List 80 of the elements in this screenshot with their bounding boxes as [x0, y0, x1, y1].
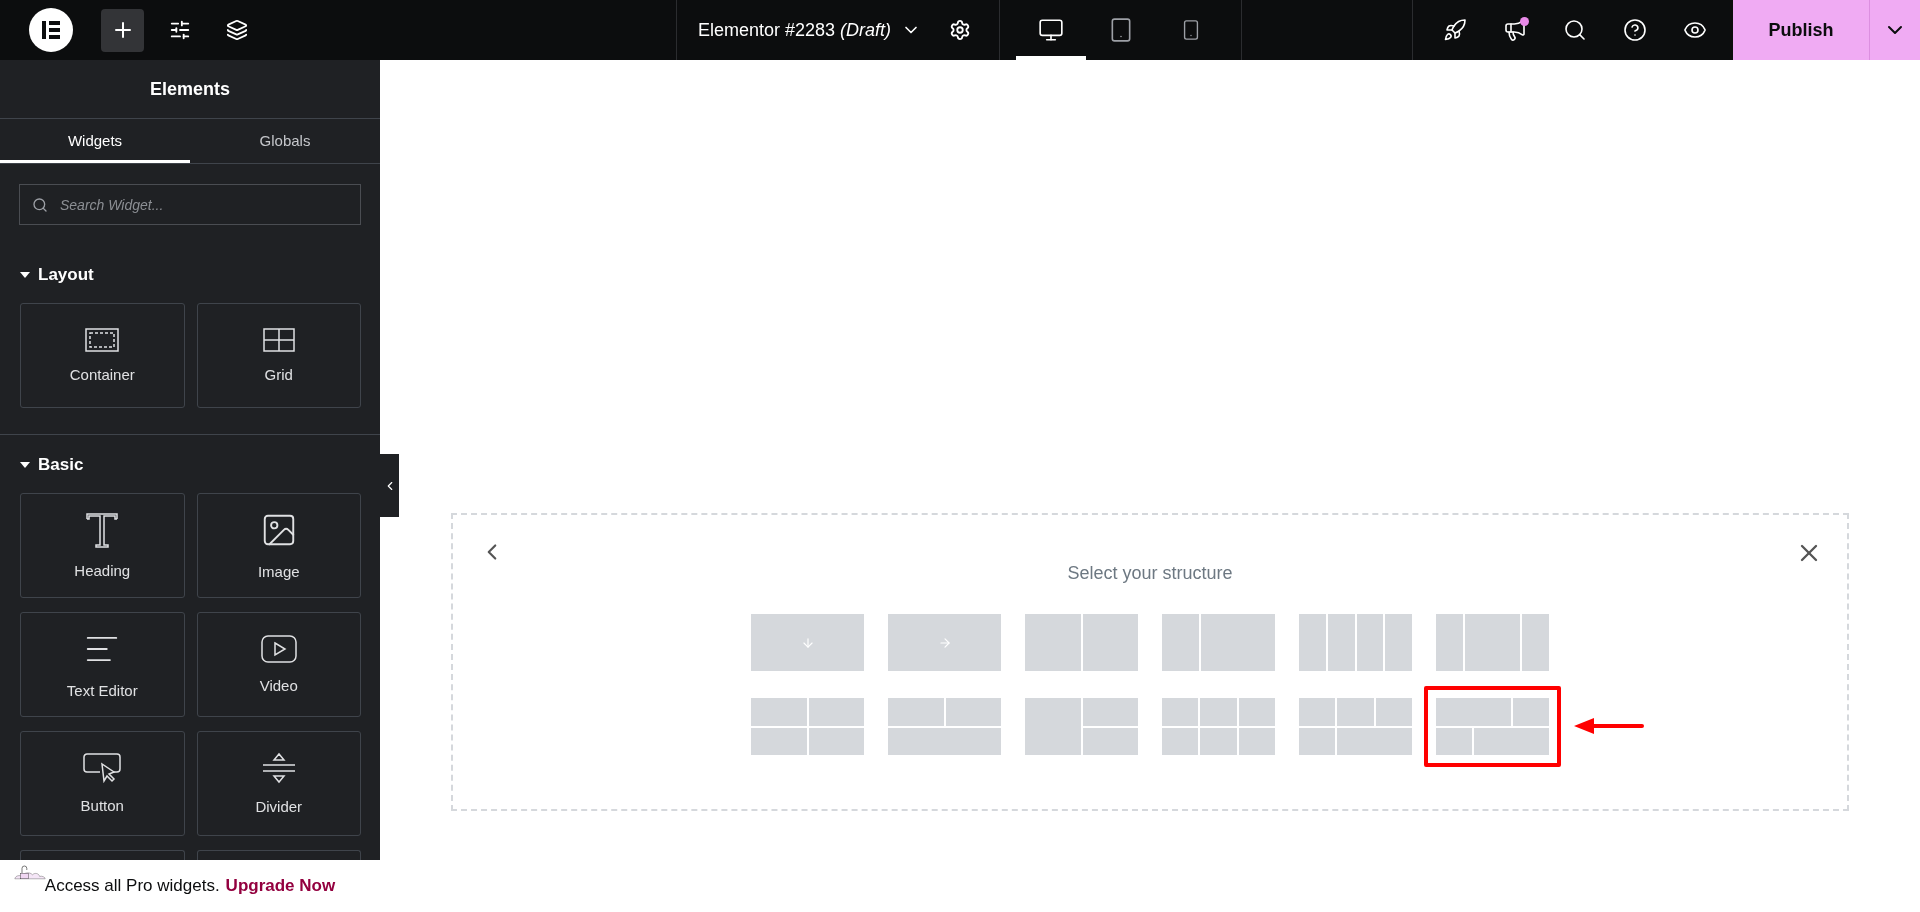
widget-card[interactable]: Text Editor [20, 612, 185, 717]
search-icon [32, 196, 48, 213]
layout-cell [1436, 614, 1464, 671]
layout-cell [1238, 727, 1275, 755]
button-cursor-icon [83, 753, 122, 783]
layout-cell [1327, 614, 1355, 671]
rocket-icon [1443, 18, 1467, 42]
widget-card[interactable]: Grid [196, 303, 361, 408]
help-icon [1623, 18, 1647, 42]
layout-cell [1238, 698, 1275, 726]
layout-cell [888, 698, 944, 726]
layout-cell [808, 698, 864, 726]
arrow-down-icon [800, 635, 815, 650]
notification-dot [1520, 17, 1529, 26]
layout-cell [1385, 614, 1412, 671]
layout-cell [1082, 727, 1138, 755]
section-toggle[interactable]: Basic [20, 449, 84, 481]
panel-tab[interactable]: Globals [190, 119, 380, 163]
layout-cell [1025, 614, 1081, 671]
layout-cell [1162, 698, 1199, 726]
layout-cell [1082, 614, 1138, 671]
widget-label: Button [80, 797, 124, 814]
layout-cell [1375, 698, 1412, 726]
layers-icon [225, 19, 248, 41]
layout-cell [751, 698, 807, 726]
upgrade-link[interactable]: Upgrade Now [225, 876, 336, 896]
layout-cell [1299, 727, 1336, 755]
caret-icon [20, 461, 30, 469]
settings-icon[interactable] [949, 19, 972, 41]
widget-label: Grid [264, 366, 293, 383]
panel-tab[interactable]: Widgets [0, 119, 190, 163]
widget-card[interactable]: Video [196, 612, 361, 717]
widget-label: Heading [74, 562, 131, 579]
widget-label: Divider [255, 798, 303, 815]
widget-card[interactable]: Button [20, 731, 185, 836]
widget-label: Image [257, 563, 300, 580]
caret-icon [20, 271, 30, 279]
banner-text: Access all Pro widgets. [44, 876, 220, 896]
layout-cell [1200, 698, 1237, 726]
layout-cell [1521, 614, 1549, 671]
layout-cell [1082, 698, 1138, 726]
layout-cell [1299, 698, 1336, 726]
publish-button[interactable]: Publish [1733, 0, 1869, 60]
layout-cell [1356, 614, 1384, 671]
video-play-icon [260, 635, 297, 663]
arrow-right-icon [937, 635, 952, 650]
section-toggle[interactable]: Layout [20, 259, 94, 291]
widget-card[interactable]: Heading [20, 493, 185, 598]
search-field[interactable]: Search Widget... [19, 184, 361, 225]
layout-cell [1436, 727, 1473, 755]
pointer-arrow [1572, 716, 1644, 736]
add-button[interactable] [101, 8, 144, 52]
desktop-icon [1038, 17, 1064, 43]
sliders-icon [168, 19, 191, 41]
layout-cell [1337, 698, 1374, 726]
logo-icon[interactable] [29, 8, 73, 52]
widget-card[interactable]: Container [20, 303, 185, 408]
widget-label: Text Editor [66, 682, 138, 699]
search-input[interactable]: Search Widget... [58, 195, 348, 214]
layout-cell [1299, 614, 1326, 671]
layout-cell [1200, 727, 1237, 755]
widget-label: Video [259, 677, 298, 694]
layout-cell [1162, 727, 1199, 755]
widget-card[interactable]: Image [196, 493, 361, 598]
layout-cell [1512, 698, 1549, 726]
layout-cell [1025, 698, 1081, 755]
search-icon [1563, 18, 1587, 42]
container-icon [85, 328, 120, 352]
document-title[interactable]: Elementor #2283 (Draft) [698, 19, 892, 41]
layout-cell [1465, 614, 1520, 671]
layout-cell [808, 727, 864, 755]
widget-card[interactable]: Divider [196, 731, 361, 836]
widget-label: Container [69, 366, 135, 383]
heading-icon [85, 512, 120, 548]
divider-icon [260, 752, 297, 784]
picker-title: Select your structure [1067, 563, 1233, 584]
layout-cell [751, 727, 807, 755]
layout-cell [1162, 614, 1199, 671]
grid-icon [262, 328, 295, 352]
layout-cell [945, 698, 1001, 726]
